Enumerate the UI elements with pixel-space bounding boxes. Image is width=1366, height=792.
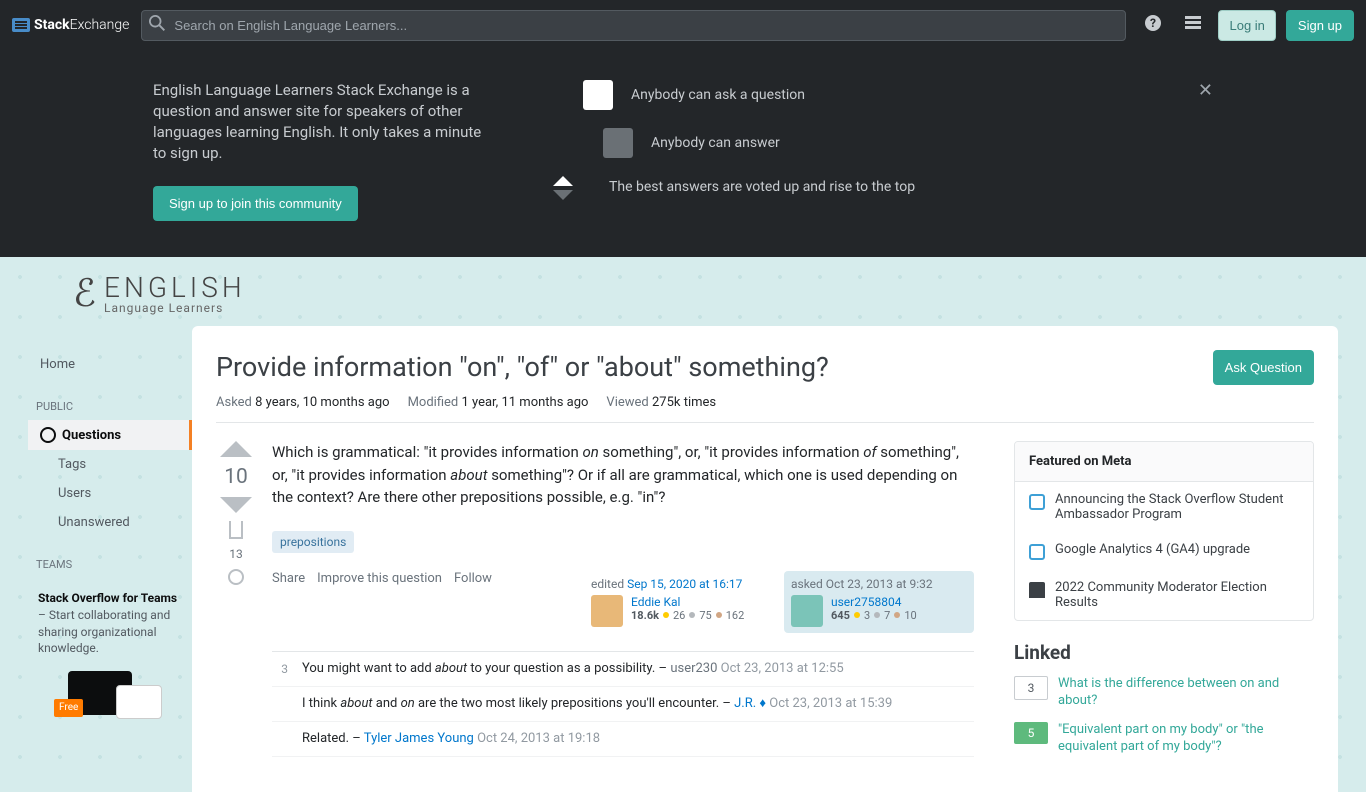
nav-users[interactable]: Users [28,479,192,508]
question-title: Provide information "on", "of" or "about… [216,350,829,385]
promo-free-badge: Free [54,699,83,717]
meta-item[interactable]: 2022 Community Moderator Election Result… [1015,570,1313,620]
ask-time: Oct 23, 2013 at 9:32 [826,577,933,591]
nav-questions[interactable]: Questions [28,420,192,450]
improve-link[interactable]: Improve this question [317,571,442,633]
meta-link: Google Analytics 4 (GA4) upgrade [1055,542,1250,557]
downvote-button[interactable] [220,497,252,513]
modified-meta[interactable]: Modified 1 year, 11 months ago [408,395,589,410]
comment-score [272,730,288,748]
nav-section-public: PUBLIC [28,393,192,420]
linked-item[interactable]: 3 What is the difference between on and a… [1014,676,1314,710]
meta-item[interactable]: Announcing the Stack Overflow Student Am… [1015,482,1313,532]
meta-speech-icon [1029,494,1045,510]
comment-body: You might want to add about to your ques… [302,660,974,678]
promo-card2-icon [116,685,162,719]
nav-unanswered[interactable]: Unanswered [28,508,192,537]
vote-graphic [553,176,573,200]
comment-author[interactable]: J.R. ♦ [734,696,766,711]
search-wrapper [141,10,1126,41]
asked-meta: Asked 8 years, 10 months ago [216,395,390,410]
question-body: Which is grammatical: "it provides infor… [272,441,974,509]
edit-time-link[interactable]: Sep 15, 2020 at 16:17 [627,577,742,591]
bookmark-count: 13 [229,547,243,561]
ask-question-button[interactable]: Ask Question [1213,350,1314,385]
linked-header: Linked [1014,641,1314,664]
linked-item[interactable]: 5 "Equivalent part on my body" or "the eq… [1014,722,1314,756]
site-logo-mark: ℰ [73,271,96,316]
featured-header: Featured on Meta [1015,442,1313,482]
close-icon[interactable]: ✕ [1198,80,1213,101]
teams-promo-bold: Stack Overflow for Teams [38,591,177,605]
nav-home[interactable]: Home [28,350,192,379]
join-button[interactable]: Sign up to join this community [153,186,358,221]
search-icon [149,15,165,35]
editor-rep: 18.6k [631,609,659,622]
nav-section-teams: TEAMS [28,551,192,578]
linked-title: What is the difference between on and ab… [1058,676,1314,710]
history-icon[interactable] [228,569,244,585]
nav-questions-label: Questions [62,428,121,443]
meta-item[interactable]: Google Analytics 4 (GA4) upgrade [1015,532,1313,570]
comment-score [272,695,288,713]
hero-blurb: English Language Learners Stack Exchange… [153,80,493,164]
hero-best-text: The best answers are voted up and rise t… [609,178,915,198]
share-link[interactable]: Share [272,571,305,633]
vote-score: 10 [224,465,248,489]
signup-button[interactable]: Sign up [1286,10,1354,41]
comment-author[interactable]: Tyler James Young [364,731,474,746]
login-button[interactable]: Log in [1218,10,1275,41]
search-input[interactable] [141,10,1126,41]
comment-row: 3 You might want to add about to your que… [272,652,974,687]
avatar[interactable] [791,595,823,627]
follow-link[interactable]: Follow [454,571,492,633]
meta-link: 2022 Community Moderator Election Result… [1055,580,1299,610]
svg-text:?: ? [1150,16,1156,30]
hero-ask-text: Anybody can ask a question [631,87,805,103]
linked-title: "Equivalent part on my body" or "the equ… [1058,722,1314,756]
comment-score: 3 [272,660,288,678]
asker-name[interactable]: user2758804 [831,595,917,609]
tag-prepositions[interactable]: prepositions [272,531,354,553]
sites-icon[interactable] [1178,8,1208,42]
nav-tags[interactable]: Tags [28,450,192,479]
ask-icon [583,80,613,110]
comment-author[interactable]: user230 [670,661,717,676]
meta-link: Announcing the Stack Overflow Student Am… [1055,492,1299,522]
comment-time[interactable]: Oct 23, 2013 at 15:39 [769,696,892,711]
upvote-button[interactable] [220,441,252,457]
stackexchange-icon [12,18,30,32]
brand-bold: Stack [34,17,70,33]
comment-body: I think about and on are the two most li… [302,695,974,713]
teams-promo: Stack Overflow for Teams – Start collabo… [28,578,192,721]
meta-site-icon [1029,582,1045,598]
linked-score: 5 [1014,722,1048,744]
editor-name[interactable]: Eddie Kal [631,595,744,609]
bookmark-icon[interactable] [229,521,243,539]
comment-row: I think about and on are the two most li… [272,687,974,722]
site-logo-main: ENGLISH [104,274,246,302]
viewed-meta: Viewed 275k times [606,395,716,410]
comment-body: Related. – Tyler James Young Oct 24, 201… [302,730,974,748]
linked-score: 3 [1014,676,1048,700]
stackexchange-logo[interactable]: StackExchange [12,17,129,33]
teams-promo-rest: – Start collaborating and sharing organi… [38,608,170,656]
comment-row: Related. – Tyler James Young Oct 24, 201… [272,722,974,757]
meta-speech-icon [1029,544,1045,560]
site-logo[interactable]: ℰ ENGLISH Language Learners [73,271,1293,316]
editor-card: edited Sep 15, 2020 at 16:17 Eddie Kal 1… [584,571,774,633]
left-nav: Home PUBLIC Questions Tags Users Unanswe… [28,326,192,792]
hero-answer-text: Anybody can answer [651,135,780,151]
answer-icon [603,128,633,158]
brand-light: Exchange [70,17,130,33]
asker-card: asked Oct 23, 2013 at 9:32 user2758804 6… [784,571,974,633]
globe-icon [40,427,56,443]
avatar[interactable] [591,595,623,627]
comment-time[interactable]: Oct 24, 2013 at 19:18 [477,731,600,746]
comment-time[interactable]: Oct 23, 2013 at 12:55 [721,661,844,676]
help-icon[interactable]: ? [1138,8,1168,42]
asker-rep: 645 [831,609,850,622]
